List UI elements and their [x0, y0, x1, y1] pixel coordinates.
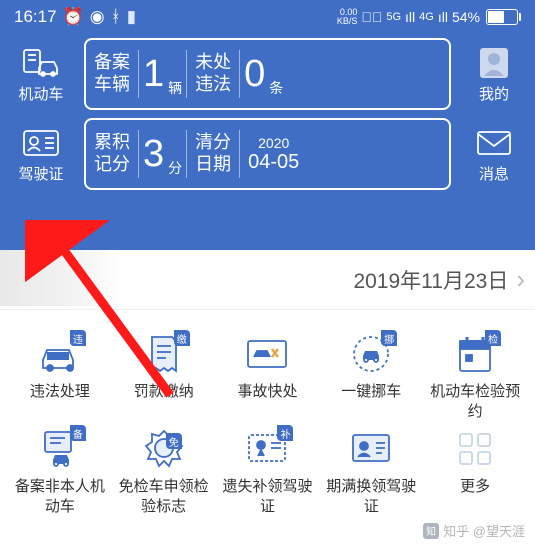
- network-speed: 0.00 KB/S: [337, 8, 358, 26]
- grid-violation-handling[interactable]: 违 违法处理: [8, 332, 112, 421]
- wifi-icon: ◝⃘: [361, 9, 382, 25]
- net-4g: 4G: [419, 11, 434, 23]
- person-icon: [474, 45, 514, 81]
- net-5g: 5G: [386, 11, 401, 23]
- grid-lost-license[interactable]: 补 遗失补领驾驶证: [216, 427, 320, 516]
- shield-icon: ▮: [127, 7, 136, 27]
- move-car-icon: 挪: [347, 332, 395, 376]
- redacted-area: [0, 250, 120, 306]
- grid-inspection-booking[interactable]: 检 机动车检验预约: [423, 332, 527, 421]
- grid-accident-quick[interactable]: 事故快处: [216, 332, 320, 421]
- battery-icon: [484, 9, 521, 25]
- nav-license[interactable]: 驾驶证: [10, 125, 72, 184]
- bluetooth-icon: ᚼ: [111, 7, 121, 27]
- chevron-right-icon: ›: [508, 264, 525, 295]
- calendar-icon: 检: [451, 332, 499, 376]
- svg-text:知: 知: [426, 525, 436, 538]
- status-time: 16:17: [14, 7, 57, 27]
- certificate-icon: 补: [243, 427, 291, 471]
- nav-mine[interactable]: 我的: [463, 45, 525, 104]
- license-info-card[interactable]: 累积记分 3 分 清分日期 202004-05: [84, 118, 451, 190]
- document-icon: 缴: [140, 332, 188, 376]
- vehicle-icon: [21, 45, 61, 81]
- envelope-icon: [474, 125, 514, 161]
- registered-vehicle-count: 1: [139, 40, 168, 108]
- location-icon: ◉: [90, 7, 105, 27]
- grid-move-car[interactable]: 挪 一键挪车: [319, 332, 423, 421]
- grid-fine-payment[interactable]: 缴 罚款缴纳: [112, 332, 216, 421]
- badge-icon: 免: [140, 427, 188, 471]
- banner-date: 2019年11月23日: [353, 265, 508, 295]
- service-grid: 违 违法处理 缴 罚款缴纳 事故快处 挪 一键挪车 检 机动车检验预约 备: [0, 310, 535, 526]
- grid-register-other-vehicle[interactable]: 备 备案非本人机动车: [8, 427, 112, 516]
- more-icon: [451, 427, 499, 471]
- nav-vehicle[interactable]: 机动车: [10, 45, 72, 104]
- grid-exempt-inspection[interactable]: 免 免检车申领检验标志: [112, 427, 216, 516]
- grid-renew-license[interactable]: 期满换领驾驶证: [319, 427, 423, 516]
- register-vehicle-icon: 备: [36, 427, 84, 471]
- id-card-icon: [347, 427, 395, 471]
- pending-violation-count: 0: [240, 40, 269, 108]
- car-violation-icon: 违: [36, 332, 84, 376]
- battery-pct: 54%: [452, 9, 480, 25]
- watermark: 知 知乎 @望天涯: [423, 521, 525, 540]
- nav-message[interactable]: 消息: [463, 125, 525, 184]
- accident-icon: [243, 332, 291, 376]
- license-icon: [21, 125, 61, 161]
- reset-date: 04-05: [248, 151, 299, 174]
- points-accumulated: 3: [139, 120, 168, 188]
- alarm-icon: ⏰: [63, 7, 84, 27]
- status-bar: 16:17 ⏰ ◉ ᚼ ▮ 0.00 KB/S ◝⃘ 5G ıll 4G ıll…: [0, 0, 535, 34]
- vehicle-info-card[interactable]: 备案车辆 1 辆 未处违法 0 条: [84, 38, 451, 110]
- grid-more[interactable]: 更多: [423, 427, 527, 516]
